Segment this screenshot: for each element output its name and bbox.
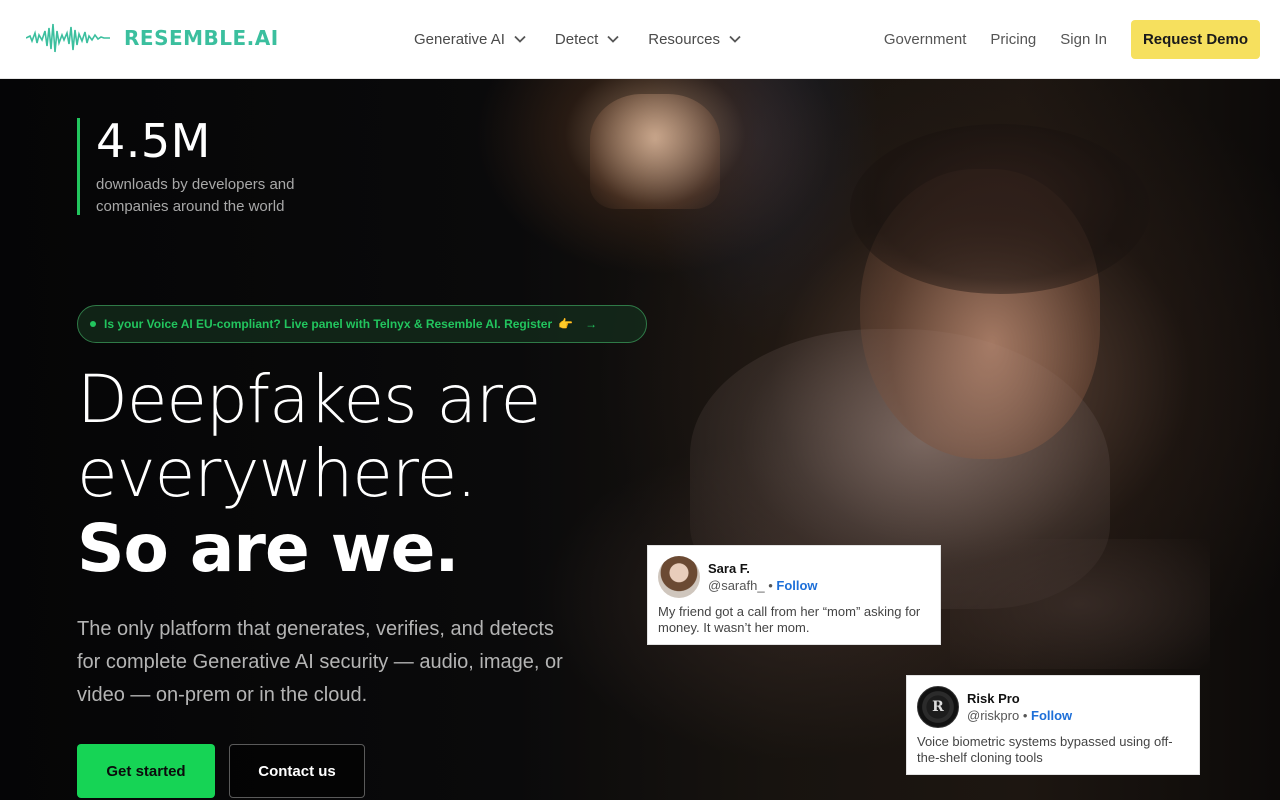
request-demo-button[interactable]: Request Demo bbox=[1130, 19, 1260, 59]
main-menu: Generative AI Detect Resources bbox=[414, 0, 742, 78]
headline-bold: So are we. bbox=[77, 510, 460, 587]
background-photo-hair bbox=[850, 124, 1150, 294]
headline-line-1: Deepfakes are bbox=[77, 361, 541, 438]
chevron-down-icon bbox=[514, 35, 526, 43]
get-started-button[interactable]: Get started bbox=[77, 744, 215, 798]
menu-label: Detect bbox=[554, 30, 599, 48]
card-author-name: Sara F. bbox=[708, 561, 750, 576]
hero-headline: Deepfakes are everywhere. So are we. bbox=[77, 363, 717, 587]
announcement-banner[interactable]: Is your Voice AI EU-compliant? Live pane… bbox=[77, 305, 647, 343]
avatar bbox=[658, 556, 700, 598]
testimonial-card: R Risk Pro @riskpro • Follow Voice biome… bbox=[906, 675, 1200, 775]
testimonial-card: Sara F. @sarafh_ • Follow My friend got … bbox=[647, 545, 941, 645]
pointing-hand-icon: 👉 bbox=[558, 317, 574, 331]
contact-us-button[interactable]: Contact us bbox=[229, 744, 365, 798]
downloads-stat: 4.5M downloads by developers and compani… bbox=[77, 118, 356, 215]
arrow-right-icon: → bbox=[585, 317, 598, 331]
card-handle-row: @sarafh_ • Follow bbox=[708, 578, 818, 593]
avatar: R bbox=[917, 686, 959, 728]
banner-text: Is your Voice AI EU-compliant? Live pane… bbox=[104, 317, 553, 331]
hero-section: 4.5M downloads by developers and compani… bbox=[0, 79, 1280, 800]
nav-link-government[interactable]: Government bbox=[884, 31, 967, 48]
card-author-name: Risk Pro bbox=[967, 691, 1020, 706]
stat-description: downloads by developers and companies ar… bbox=[96, 176, 295, 215]
brand-name: RESEMBLE.AI bbox=[124, 26, 279, 50]
card-text: My friend got a call from her “mom” aski… bbox=[658, 604, 921, 635]
follow-link[interactable]: Follow bbox=[776, 578, 817, 593]
background-photo-laptop bbox=[950, 539, 1210, 669]
chevron-down-icon bbox=[729, 35, 741, 43]
card-handle-row: @riskpro • Follow bbox=[967, 708, 1072, 723]
top-navigation: RESEMBLE.AI Generative AI Detect Resourc… bbox=[0, 0, 1280, 79]
card-text: Voice biometric systems bypassed using o… bbox=[917, 734, 1173, 765]
nav-link-pricing[interactable]: Pricing bbox=[990, 31, 1036, 48]
menu-generative-ai[interactable]: Generative AI bbox=[414, 31, 527, 48]
hero-subtitle: The only platform that generates, verifi… bbox=[77, 618, 563, 706]
menu-detect[interactable]: Detect bbox=[555, 31, 620, 48]
menu-label: Resources bbox=[648, 30, 720, 48]
background-photo-lamp bbox=[590, 94, 720, 209]
separator-dot: • bbox=[1022, 708, 1028, 723]
separator-dot: • bbox=[768, 578, 773, 593]
brand-logo[interactable]: RESEMBLE.AI bbox=[26, 18, 279, 58]
chevron-down-icon bbox=[607, 35, 619, 43]
live-dot-icon bbox=[90, 321, 96, 327]
menu-resources[interactable]: Resources bbox=[648, 31, 742, 48]
nav-link-sign-in[interactable]: Sign In bbox=[1060, 31, 1107, 48]
avatar-letter: R bbox=[932, 699, 944, 715]
nav-actions: Government Pricing Sign In Request Demo bbox=[884, 0, 1260, 78]
stat-value: 4.5M bbox=[96, 114, 211, 168]
card-handle: @riskpro bbox=[967, 708, 1020, 723]
card-handle: @sarafh_ bbox=[708, 578, 765, 593]
menu-label: Generative AI bbox=[414, 30, 505, 48]
waveform-logo-icon bbox=[26, 23, 110, 53]
follow-link[interactable]: Follow bbox=[1031, 708, 1072, 723]
headline-line-2: everywhere. bbox=[77, 435, 477, 512]
